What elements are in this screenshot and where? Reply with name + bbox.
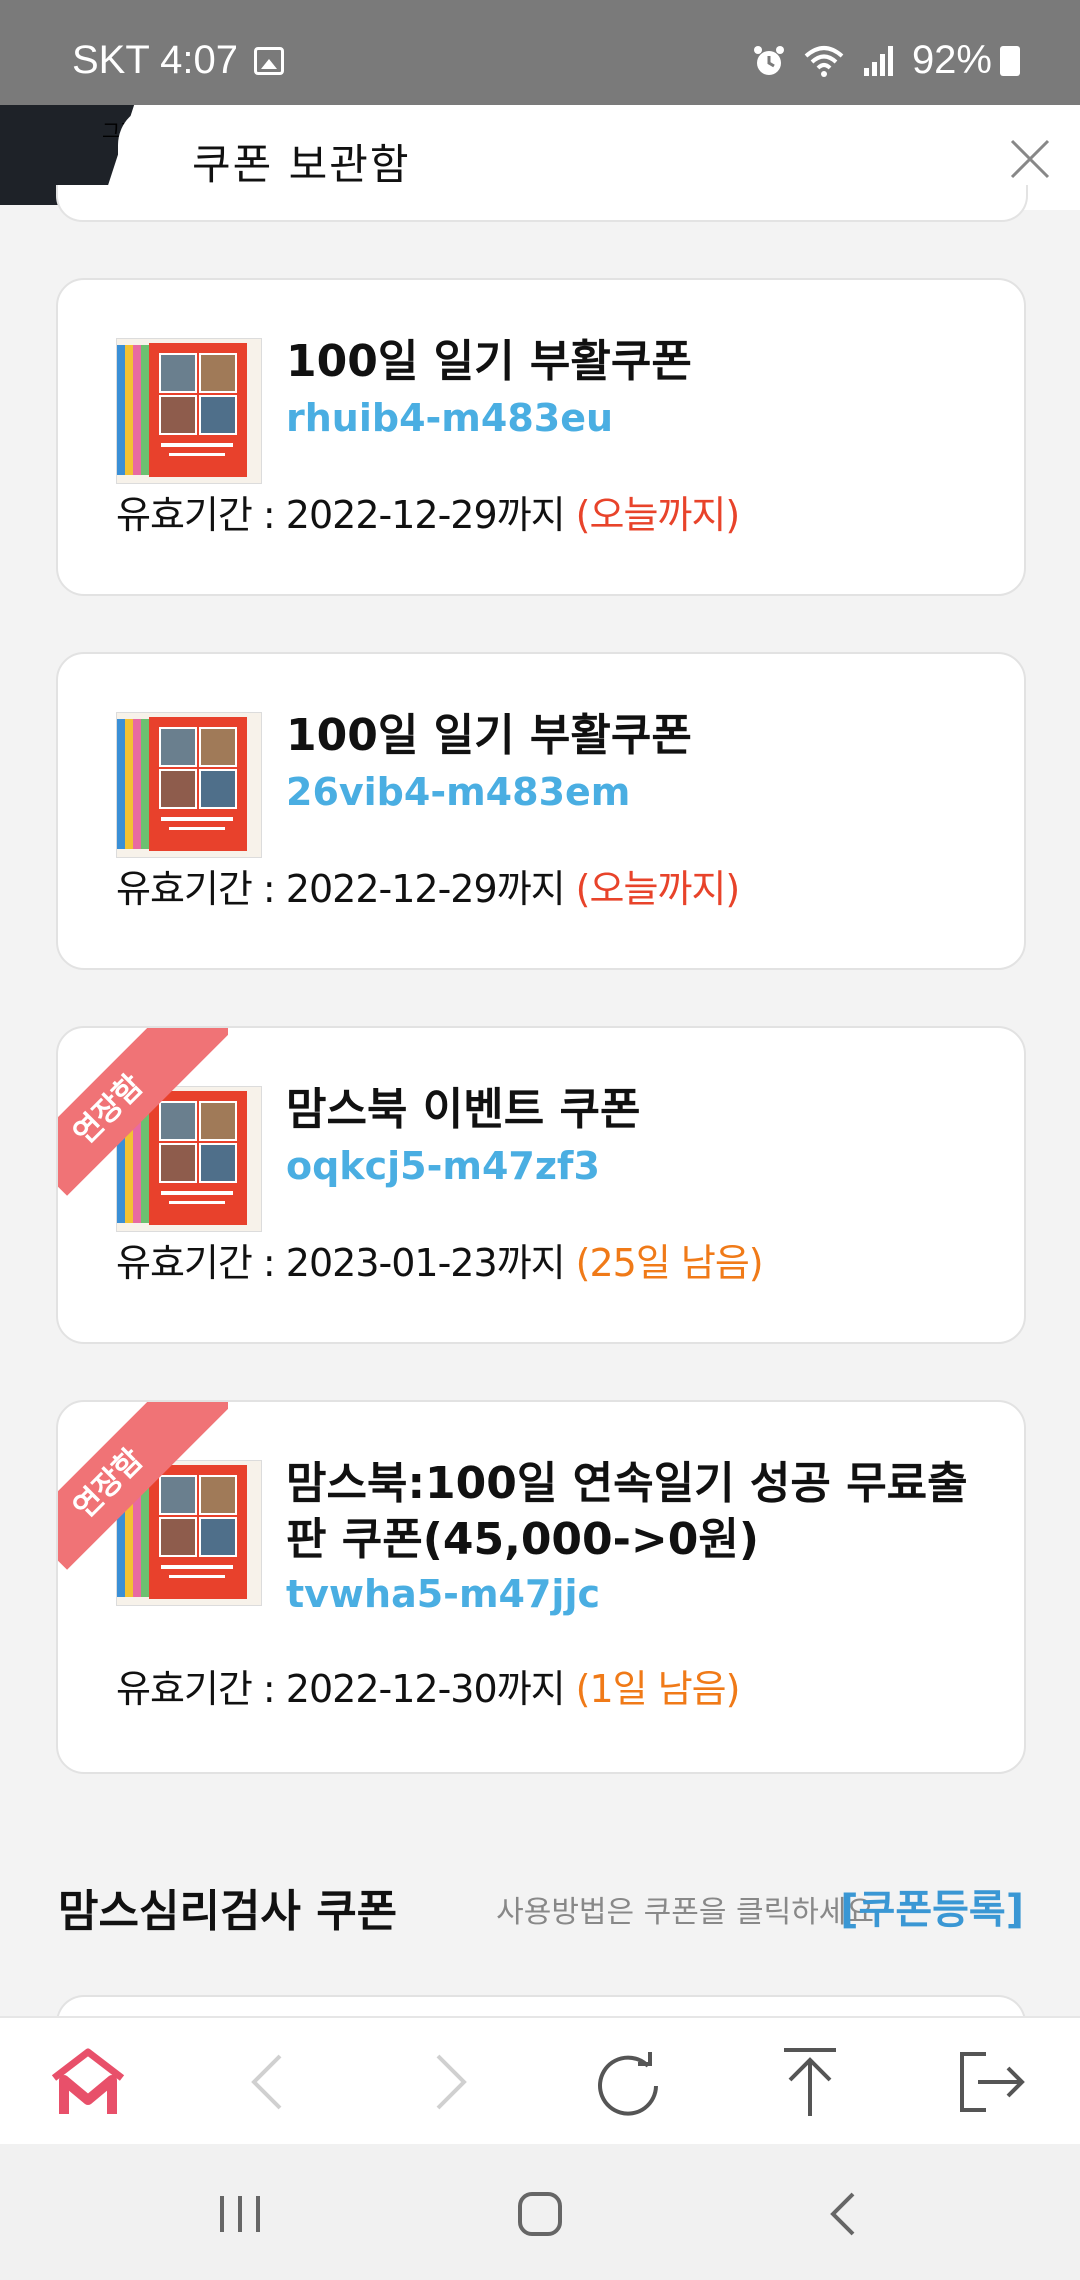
home-m-icon[interactable] — [48, 2044, 128, 2120]
carrier-time: SKT 4:07 — [72, 38, 239, 82]
back-icon[interactable] — [815, 2184, 875, 2244]
coupon-book-image — [116, 712, 262, 858]
coupon-validity: 유효기간 : 2022-12-29까지 (오늘까지) — [116, 858, 740, 913]
extended-ribbon: 연장함 — [58, 1402, 228, 1572]
browser-toolbar — [0, 2016, 1080, 2146]
recent-apps-icon[interactable] — [210, 2184, 270, 2244]
coupon-register-link[interactable]: [쿠폰등록] — [840, 1877, 1024, 1935]
scroll-top-icon[interactable] — [770, 2044, 850, 2120]
validity-date: 유효기간 : 2023-01-23까지 — [116, 1241, 566, 1285]
previous-card-edge — [56, 185, 1028, 222]
coupon-card[interactable]: 100일 일기 부활쿠폰 26vib4-m483em 유효기간 : 2022-1… — [56, 652, 1026, 970]
coupon-validity: 유효기간 : 2023-01-23까지 (25일 남음) — [116, 1232, 764, 1287]
battery-percent: 92% — [911, 38, 992, 82]
coupon-code: tvwha5-m47jjc — [286, 1572, 601, 1616]
validity-date: 유효기간 : 2022-12-30까지 — [116, 1667, 566, 1711]
validity-remaining: (오늘까지) — [575, 867, 740, 911]
extended-ribbon: 연장함 — [58, 1028, 228, 1198]
coupon-code: rhuib4-m483eu — [286, 396, 614, 440]
validity-date: 유효기간 : 2022-12-29까지 — [116, 867, 566, 911]
validity-date: 유효기간 : 2022-12-29까지 — [116, 493, 566, 537]
extended-ribbon-label: 연장함 — [66, 1068, 151, 1152]
section-title: 맘스심리검사 쿠폰 — [58, 1886, 398, 1937]
page-title: 쿠폰 보관함 — [192, 140, 411, 189]
validity-remaining: (오늘까지) — [575, 493, 740, 537]
section-header: 맘스심리검사 쿠폰 사용방법은 쿠폰을 클릭하세요 [쿠폰등록] — [58, 1875, 1024, 1937]
battery-icon — [1000, 45, 1020, 76]
status-bar: SKT 4:07 92% — [0, 0, 1080, 105]
validity-remaining: (25일 남음) — [575, 1241, 764, 1285]
coupon-name: 맘스북 이벤트 쿠폰 — [286, 1084, 641, 1135]
coupon-card[interactable]: 100일 일기 부활쿠폰 rhuib4-m483eu 유효기간 : 2022-1… — [56, 278, 1026, 596]
home-icon[interactable] — [510, 2184, 570, 2244]
coupon-code: 26vib4-m483em — [286, 770, 631, 814]
forward-icon[interactable] — [410, 2044, 490, 2120]
coupon-name: 100일 일기 부활쿠폰 — [286, 710, 692, 761]
refresh-icon[interactable] — [590, 2044, 670, 2120]
validity-remaining: (1일 남음) — [575, 1667, 741, 1711]
coupon-name: 100일 일기 부활쿠폰 — [286, 336, 692, 387]
coupon-book-image — [116, 338, 262, 484]
back-icon[interactable] — [228, 2044, 308, 2120]
coupon-code: oqkcj5-m47zf3 — [286, 1144, 600, 1188]
extended-ribbon-label: 연장함 — [66, 1442, 151, 1526]
usage-hint: 사용방법은 쿠폰을 클릭하세요 — [496, 1895, 874, 1930]
logout-icon[interactable] — [950, 2044, 1030, 2120]
coupon-card[interactable]: 연장함 맘스북:100일 연속일기 성공 무료출판 쿠폰(45,000->0원)… — [56, 1400, 1026, 1774]
close-icon[interactable] — [1008, 137, 1052, 181]
status-right: 92% — [736, 38, 1020, 83]
signal-icon — [863, 45, 893, 76]
wifi-icon — [804, 45, 844, 77]
system-nav-bar — [0, 2144, 1080, 2280]
coupon-validity: 유효기간 : 2022-12-29까지 (오늘까지) — [116, 484, 740, 539]
gallery-notification-icon — [254, 46, 285, 75]
status-left: SKT 4:07 — [72, 38, 285, 83]
coupon-card[interactable]: 연장함 맘스북 이벤트 쿠폰 oqkcj5-m47zf3 유효기간 : 2023… — [56, 1026, 1026, 1344]
alarm-icon — [753, 45, 784, 75]
coupon-name: 맘스북:100일 연속일기 성공 무료출판 쿠폰(45,000->0원) — [286, 1458, 968, 1565]
coupon-validity: 유효기간 : 2022-12-30까지 (1일 남음) — [116, 1658, 741, 1713]
